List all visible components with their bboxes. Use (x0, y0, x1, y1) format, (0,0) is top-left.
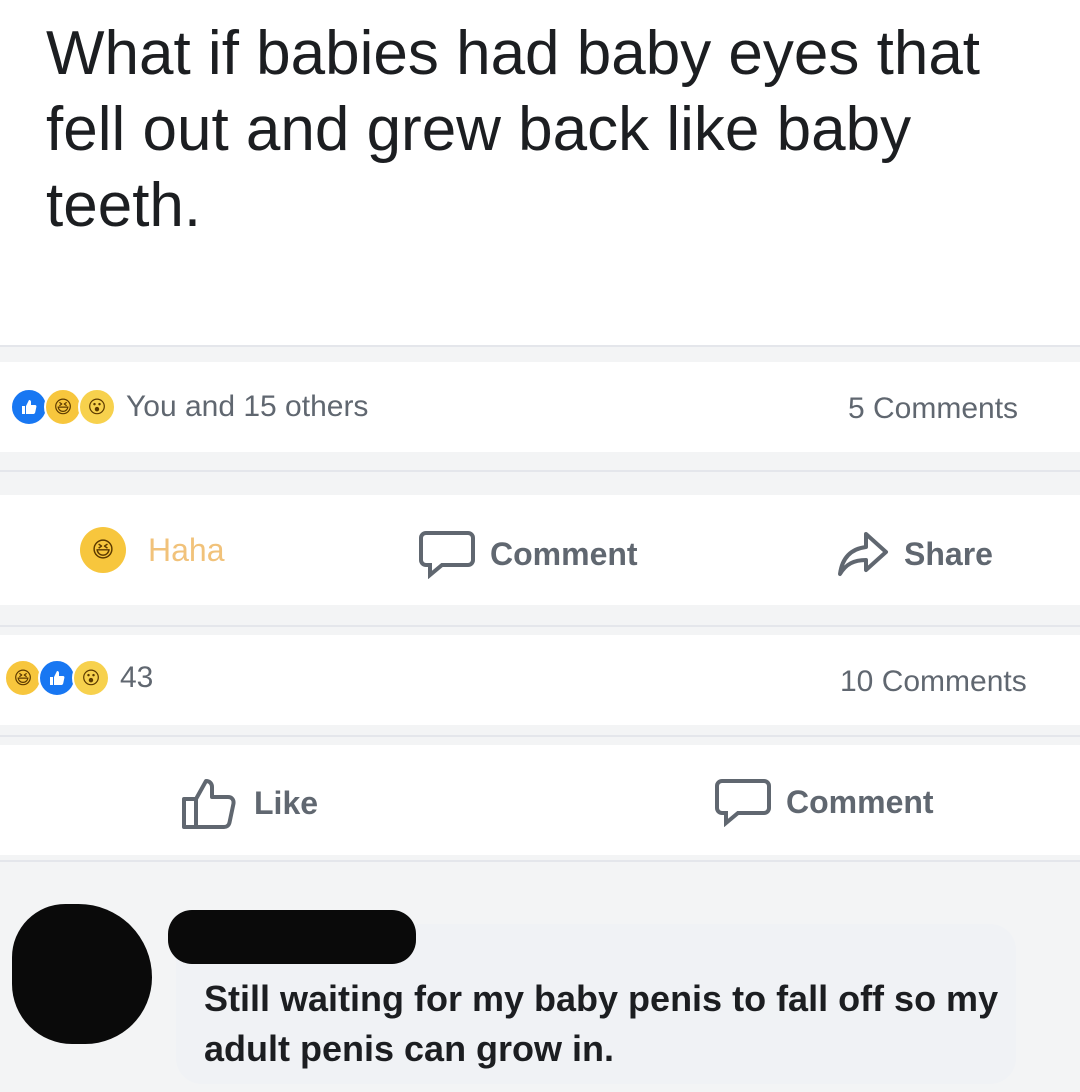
comment-icon (419, 531, 475, 579)
second-stats-row: 😆 😮 43 10 Comments (0, 635, 1080, 725)
wow-icon: 😮 (78, 388, 116, 426)
comment-icon (715, 779, 771, 827)
reaction-count: You and 15 others (126, 390, 369, 423)
comment-label: Comment (786, 783, 934, 820)
comment-button[interactable]: Comment (714, 777, 934, 827)
haha-label: Haha (148, 531, 225, 568)
reaction-count: 43 (120, 661, 154, 694)
comment-button[interactable]: Comment (418, 529, 638, 579)
haha-icon: 😆 (44, 388, 82, 426)
like-icon (38, 659, 76, 697)
wow-icon: 😮 (72, 659, 110, 697)
comment-text: Still waiting for my baby penis to fall … (204, 978, 999, 1069)
post-stats-row: 😆 😮 You and 15 others 5 Comments (0, 362, 1080, 452)
haha-icon: 😆 (4, 659, 42, 697)
second-action-row: Like Comment (0, 745, 1080, 855)
like-label: Like (254, 784, 319, 821)
like-icon (10, 388, 48, 426)
reaction-summary[interactable]: 😆 😮 43 (4, 659, 153, 697)
divider (0, 625, 1080, 627)
divider (0, 735, 1080, 737)
share-icon (838, 532, 888, 576)
haha-icon: 😆 (80, 527, 126, 573)
post-action-row: 😆 Haha Comment Share (0, 495, 1080, 605)
comment-author-name[interactable] (168, 910, 416, 964)
haha-reaction-button[interactable]: 😆 Haha (80, 527, 225, 573)
comments-count[interactable]: 10 Comments (840, 665, 1027, 699)
comment-section: Still waiting for my baby penis to fall … (0, 862, 1080, 1092)
divider (0, 470, 1080, 472)
comment-label: Comment (490, 535, 638, 572)
like-button[interactable]: Like (178, 775, 318, 831)
reaction-summary[interactable]: 😆 😮 You and 15 others (10, 388, 368, 426)
post-text: What if babies had baby eyes that fell o… (46, 19, 981, 240)
divider (0, 345, 1080, 347)
comments-count[interactable]: 5 Comments (848, 392, 1018, 426)
share-label: Share (904, 535, 993, 572)
share-button[interactable]: Share (836, 529, 993, 579)
avatar[interactable] (12, 904, 152, 1044)
thumbs-up-icon (182, 779, 236, 829)
post-card: What if babies had baby eyes that fell o… (0, 0, 1080, 345)
